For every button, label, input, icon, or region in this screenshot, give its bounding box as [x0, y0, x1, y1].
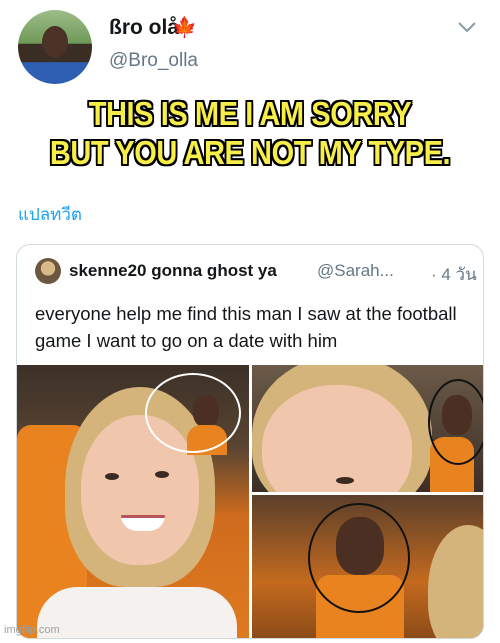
- white-circle-mark: [145, 373, 241, 453]
- avatar-face: [42, 26, 68, 58]
- quoted-tweet-card[interactable]: skenne20 gonna ghost ya @Sarah... · 4 วั…: [16, 244, 484, 639]
- caption-line-1: THIS IS ME I AM SORRY: [88, 95, 412, 132]
- girl-hair-bottom: [428, 525, 483, 638]
- girl-eye-right: [155, 471, 169, 478]
- quoted-avatar: [35, 258, 61, 284]
- quoted-timestamp: · 4 วัน: [431, 265, 477, 284]
- translate-tweet-link[interactable]: แปลทวีต: [18, 201, 82, 228]
- imgflip-watermark: imgflip.com: [4, 624, 60, 636]
- girl-top: [37, 587, 237, 638]
- black-circle-mark-top: [428, 379, 483, 465]
- maple-leaf-icon: 🍁: [172, 17, 197, 39]
- girl-eye-closeup: [336, 477, 354, 484]
- quoted-author-name: skenne20 gonna ghost ya: [69, 261, 277, 280]
- user-handle[interactable]: @Bro_olla: [109, 50, 198, 72]
- meme-caption: THIS IS ME I AM SORRY BUT YOU ARE NOT MY…: [30, 94, 470, 172]
- quoted-author-handle: @Sarah...: [317, 261, 394, 280]
- black-circle-mark-bottom: [308, 503, 410, 613]
- photo-selfie-left[interactable]: [17, 365, 249, 638]
- avatar[interactable]: [18, 10, 92, 84]
- caption-line-2: BUT YOU ARE NOT MY TYPE.: [49, 134, 451, 171]
- chevron-down-icon[interactable]: [456, 18, 478, 36]
- quoted-tweet-text: everyone help me find this man I saw at …: [35, 303, 457, 351]
- photo-closeup-top[interactable]: [252, 365, 483, 492]
- display-name[interactable]: ßro olå: [109, 16, 179, 40]
- girl-eye-left: [105, 473, 119, 480]
- tweet-header: ßro olå 🍁 @Bro_olla: [0, 0, 500, 86]
- photo-closeup-bottom[interactable]: [252, 495, 483, 638]
